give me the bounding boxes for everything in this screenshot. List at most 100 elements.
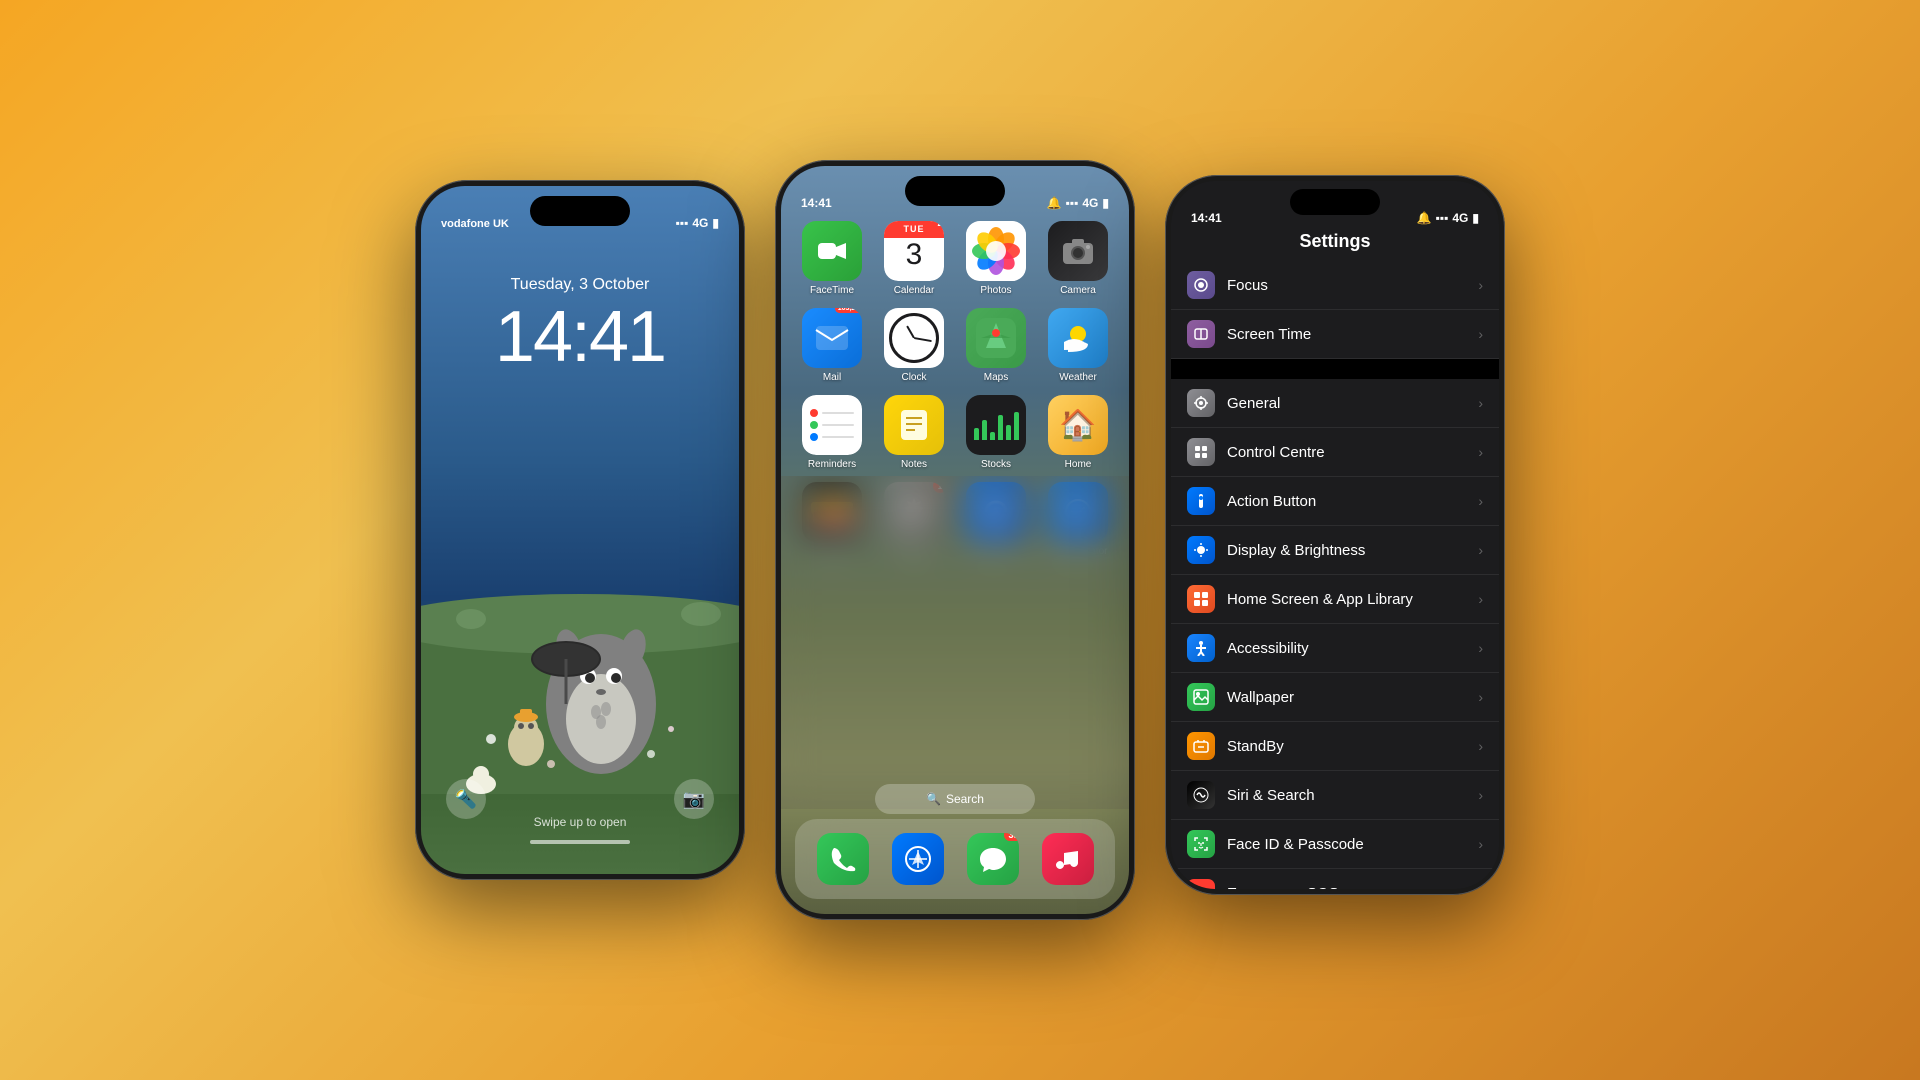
lock-time: 14:41 — [421, 296, 739, 378]
phone-lock-screen: vodafone UK ▪▪▪ 4G ▮ Tuesday, 3 October … — [415, 180, 745, 880]
focus-chevron: › — [1478, 277, 1483, 293]
app-home[interactable]: 🏠 Home — [1041, 395, 1115, 470]
lock-shortcuts: 🔦 📷 — [421, 779, 739, 819]
stocks-icon — [966, 395, 1026, 455]
signal-settings: ▪▪▪ — [1436, 211, 1449, 225]
calendar-icon: TUE 3 2 — [884, 221, 944, 281]
search-icon: 🔍 — [926, 792, 941, 806]
dock-music[interactable] — [1042, 833, 1094, 885]
settings-item-general[interactable]: General › — [1171, 379, 1499, 428]
mail-icon: 103,277 — [802, 308, 862, 368]
messages-dock-icon: 38 — [967, 833, 1019, 885]
app-stocks[interactable]: Stocks — [959, 395, 1033, 470]
homescreen-label: Home Screen & App Library — [1227, 591, 1466, 608]
app-reminders[interactable]: Reminders — [795, 395, 869, 470]
network-settings: 4G — [1452, 211, 1468, 225]
settings-item-wallpaper[interactable]: Wallpaper › — [1171, 673, 1499, 722]
home-screen-bg: 14:41 🔔 ▪▪▪ 4G ▮ FaceTime — [781, 166, 1129, 914]
dynamic-island — [530, 196, 630, 226]
standby-icon — [1187, 732, 1215, 760]
app-calendar[interactable]: TUE 3 2 Calendar — [877, 221, 951, 296]
settings-item-homescreen[interactable]: Home Screen & App Library › — [1171, 575, 1499, 624]
siri-label: Siri & Search — [1227, 787, 1466, 804]
facetime-icon — [802, 221, 862, 281]
wallpaper-icon — [1187, 683, 1215, 711]
battery-settings: ▮ — [1472, 211, 1479, 225]
swipe-text: Swipe up to open — [421, 815, 739, 829]
settings-item-faceid[interactable]: Face ID & Passcode › — [1171, 820, 1499, 869]
accessibility-label: Accessibility — [1227, 640, 1466, 657]
settings-item-sos[interactable]: SOS Emergency SOS › — [1171, 869, 1499, 889]
home-status-icons: 🔔 ▪▪▪ 4G ▮ — [1047, 196, 1109, 210]
app-facetime[interactable]: FaceTime — [795, 221, 869, 296]
app-maps[interactable]: Maps — [959, 308, 1033, 383]
lock-wallpaper — [421, 444, 739, 794]
siri-chevron: › — [1478, 787, 1483, 803]
settings-section-2: General › Control Centre › — [1171, 379, 1499, 889]
app-clock[interactable]: Clock — [877, 308, 951, 383]
photos-label: Photos — [980, 285, 1011, 296]
settings-item-control[interactable]: Control Centre › — [1171, 428, 1499, 477]
accessibility-icon — [1187, 634, 1215, 662]
home-blur-area — [781, 476, 1129, 809]
general-icon — [1187, 389, 1215, 417]
carrier-text: vodafone UK — [441, 218, 509, 230]
settings-section-1: Focus › Screen Time › — [1171, 261, 1499, 359]
settings-item-screentime[interactable]: Screen Time › — [1171, 310, 1499, 359]
home-icon: 🏠 — [1048, 395, 1108, 455]
general-label: General — [1227, 395, 1466, 412]
dock-phone[interactable] — [817, 833, 869, 885]
facetime-label: FaceTime — [810, 285, 854, 296]
app-photos[interactable]: Photos — [959, 221, 1033, 296]
stocks-label: Stocks — [981, 459, 1011, 470]
wallpaper-chevron: › — [1478, 689, 1483, 705]
clock-label: Clock — [901, 372, 926, 383]
display-icon — [1187, 536, 1215, 564]
screentime-chevron: › — [1478, 326, 1483, 342]
sos-icon: SOS — [1187, 879, 1215, 889]
weather-label: Weather — [1059, 372, 1097, 383]
search-bar[interactable]: 🔍 Search — [875, 784, 1035, 814]
calendar-label: Calendar — [894, 285, 935, 296]
control-chevron: › — [1478, 444, 1483, 460]
lock-date: Tuesday, 3 October — [421, 276, 739, 294]
app-weather[interactable]: Weather — [1041, 308, 1115, 383]
network-label: 4G — [692, 216, 708, 230]
clock-minute-hand — [914, 337, 932, 342]
home-label: Home — [1065, 459, 1092, 470]
action-icon — [1187, 487, 1215, 515]
app-camera[interactable]: Camera — [1041, 221, 1115, 296]
settings-item-action[interactable]: Action Button › — [1171, 477, 1499, 526]
clock-face — [889, 313, 939, 363]
settings-item-accessibility[interactable]: Accessibility › — [1171, 624, 1499, 673]
dock-messages[interactable]: 38 — [967, 833, 1019, 885]
dock-safari[interactable] — [892, 833, 944, 885]
app-mail[interactable]: 103,277 Mail — [795, 308, 869, 383]
phone-dock-icon — [817, 833, 869, 885]
maps-icon — [966, 308, 1026, 368]
app-notes[interactable]: Notes — [877, 395, 951, 470]
safari-dock-icon — [892, 833, 944, 885]
homescreen-chevron: › — [1478, 591, 1483, 607]
dynamic-island-home — [905, 176, 1005, 206]
settings-screen-display: 14:41 🔔 ▪▪▪ 4G ▮ Settings — [1171, 181, 1499, 889]
settings-item-siri[interactable]: Siri & Search › — [1171, 771, 1499, 820]
phone-home-screen: 14:41 🔔 ▪▪▪ 4G ▮ FaceTime — [775, 160, 1135, 920]
maps-label: Maps — [984, 372, 1008, 383]
camera-shortcut[interactable]: 📷 — [674, 779, 714, 819]
torch-shortcut[interactable]: 🔦 — [446, 779, 486, 819]
notes-icon — [884, 395, 944, 455]
settings-title: Settings — [1171, 231, 1499, 252]
settings-list: Focus › Screen Time › — [1171, 261, 1499, 889]
standby-label: StandBy — [1227, 738, 1466, 755]
settings-item-display[interactable]: Display & Brightness › — [1171, 526, 1499, 575]
standby-chevron: › — [1478, 738, 1483, 754]
focus-icon — [1187, 271, 1215, 299]
siri-icon — [1187, 781, 1215, 809]
faceid-icon — [1187, 830, 1215, 858]
settings-item-focus[interactable]: Focus › — [1171, 261, 1499, 310]
mail-badge: 103,277 — [835, 308, 862, 313]
lock-screen-bg: vodafone UK ▪▪▪ 4G ▮ Tuesday, 3 October … — [421, 186, 739, 874]
settings-item-standby[interactable]: StandBy › — [1171, 722, 1499, 771]
mail-label: Mail — [823, 372, 841, 383]
